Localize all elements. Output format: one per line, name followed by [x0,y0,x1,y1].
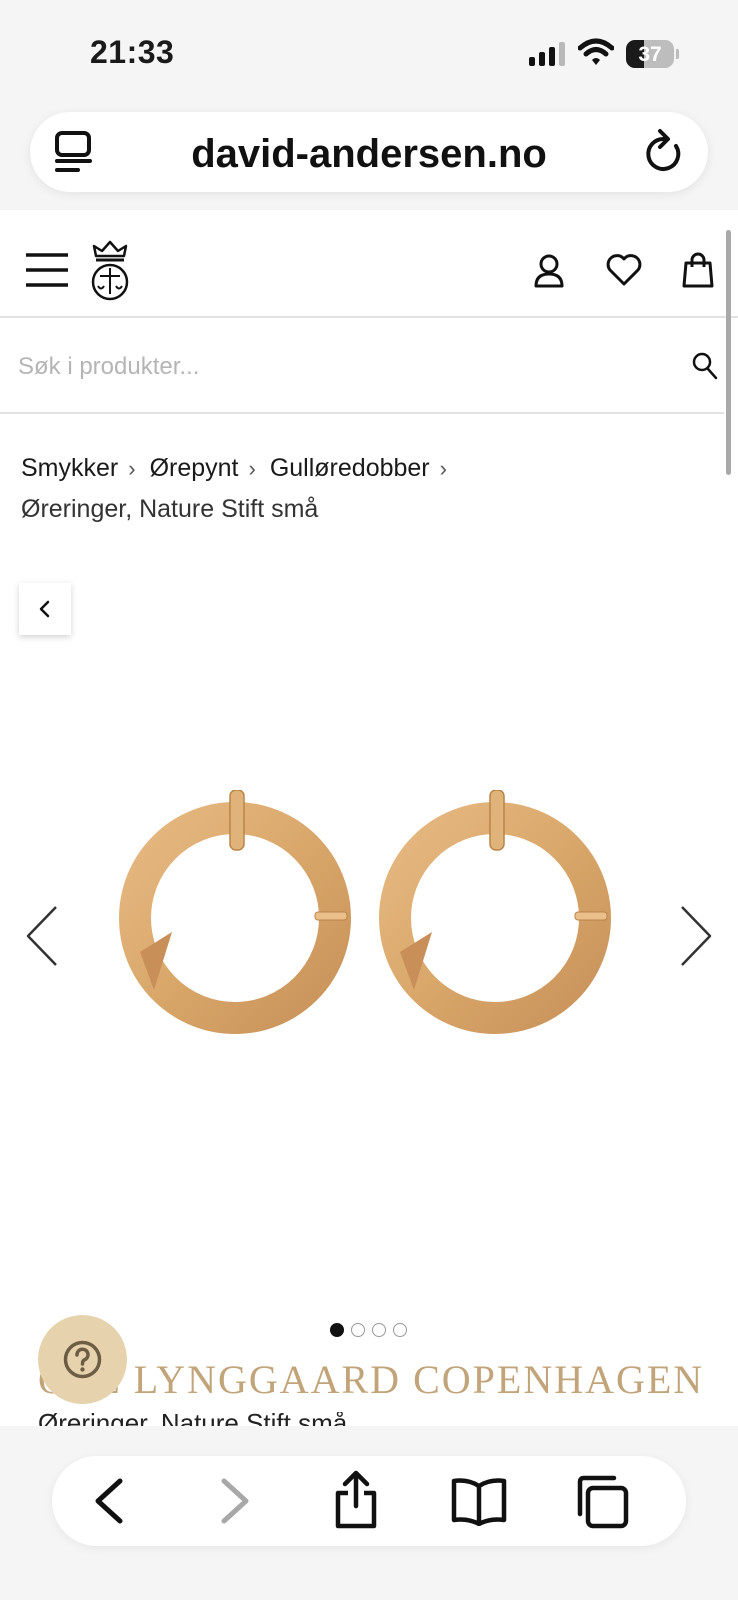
forward-arrow-icon[interactable] [220,1478,252,1524]
url-text[interactable]: david-andersen.no [30,132,708,177]
earring-right [379,790,611,1034]
gallery-dot[interactable] [330,1323,344,1337]
back-arrow-icon[interactable] [92,1478,124,1524]
gallery-pagination [330,1323,407,1337]
chevron-left-icon[interactable] [26,905,58,967]
breadcrumb: Smykker › Ørepynt › Gulløredobber › Øreringer… [21,448,711,529]
product-brand[interactable]: OLE LYNGGAARD COPENHAGEN [38,1356,704,1403]
breadcrumb-separator: › [439,456,447,481]
battery-cap [676,49,679,59]
search-input[interactable] [18,342,658,392]
page-scrollbar[interactable] [726,230,731,475]
question-mark-icon [63,1340,102,1379]
gallery-dot[interactable] [393,1323,407,1337]
product-title-text: Øreringer, Nature Stift små [38,1412,347,1426]
tabs-icon[interactable] [574,1474,630,1530]
bookmarks-icon[interactable] [450,1476,508,1526]
hamburger-menu-icon[interactable] [26,252,68,288]
product-image [119,790,611,1034]
breadcrumb-item-orepynt[interactable]: Ørepynt [150,454,239,482]
breadcrumb-separator: › [248,456,256,481]
account-icon[interactable] [534,254,564,288]
product-search [0,320,724,414]
product-title: Øreringer, Nature Stift små [38,1412,718,1426]
status-time: 21:33 [90,34,175,70]
breadcrumb-separator: › [128,456,136,481]
status-bar: 21:33 37 [0,0,738,100]
help-button[interactable] [38,1315,127,1404]
back-button[interactable] [19,583,71,635]
browser-address-area: david-andersen.no [0,100,738,210]
breadcrumb-item-smykker[interactable]: Smykker [21,454,118,482]
crown-logo-icon[interactable] [90,238,130,304]
battery-level: 37 [638,43,662,66]
reload-icon[interactable] [644,128,684,174]
share-icon[interactable] [332,1470,380,1530]
chevron-left-icon [39,600,50,618]
cellular-signal-icon [529,42,565,66]
search-icon[interactable] [692,352,718,380]
breadcrumb-current: Øreringer, Nature Stift små [21,495,319,523]
shopping-bag-icon[interactable] [682,252,714,288]
wishlist-heart-icon[interactable] [606,254,642,286]
battery-icon: 37 [626,40,674,68]
browser-toolbar [52,1456,686,1546]
site-header [0,230,738,318]
earring-left [119,790,351,1034]
wifi-icon [578,38,614,65]
gallery-dot[interactable] [372,1323,386,1337]
gallery-dot[interactable] [351,1323,365,1337]
chevron-right-icon[interactable] [680,905,712,967]
breadcrumb-item-gulloredobber[interactable]: Gulløredobber [270,454,430,482]
product-image-gallery[interactable] [0,650,724,1310]
address-bar[interactable]: david-andersen.no [30,112,708,192]
